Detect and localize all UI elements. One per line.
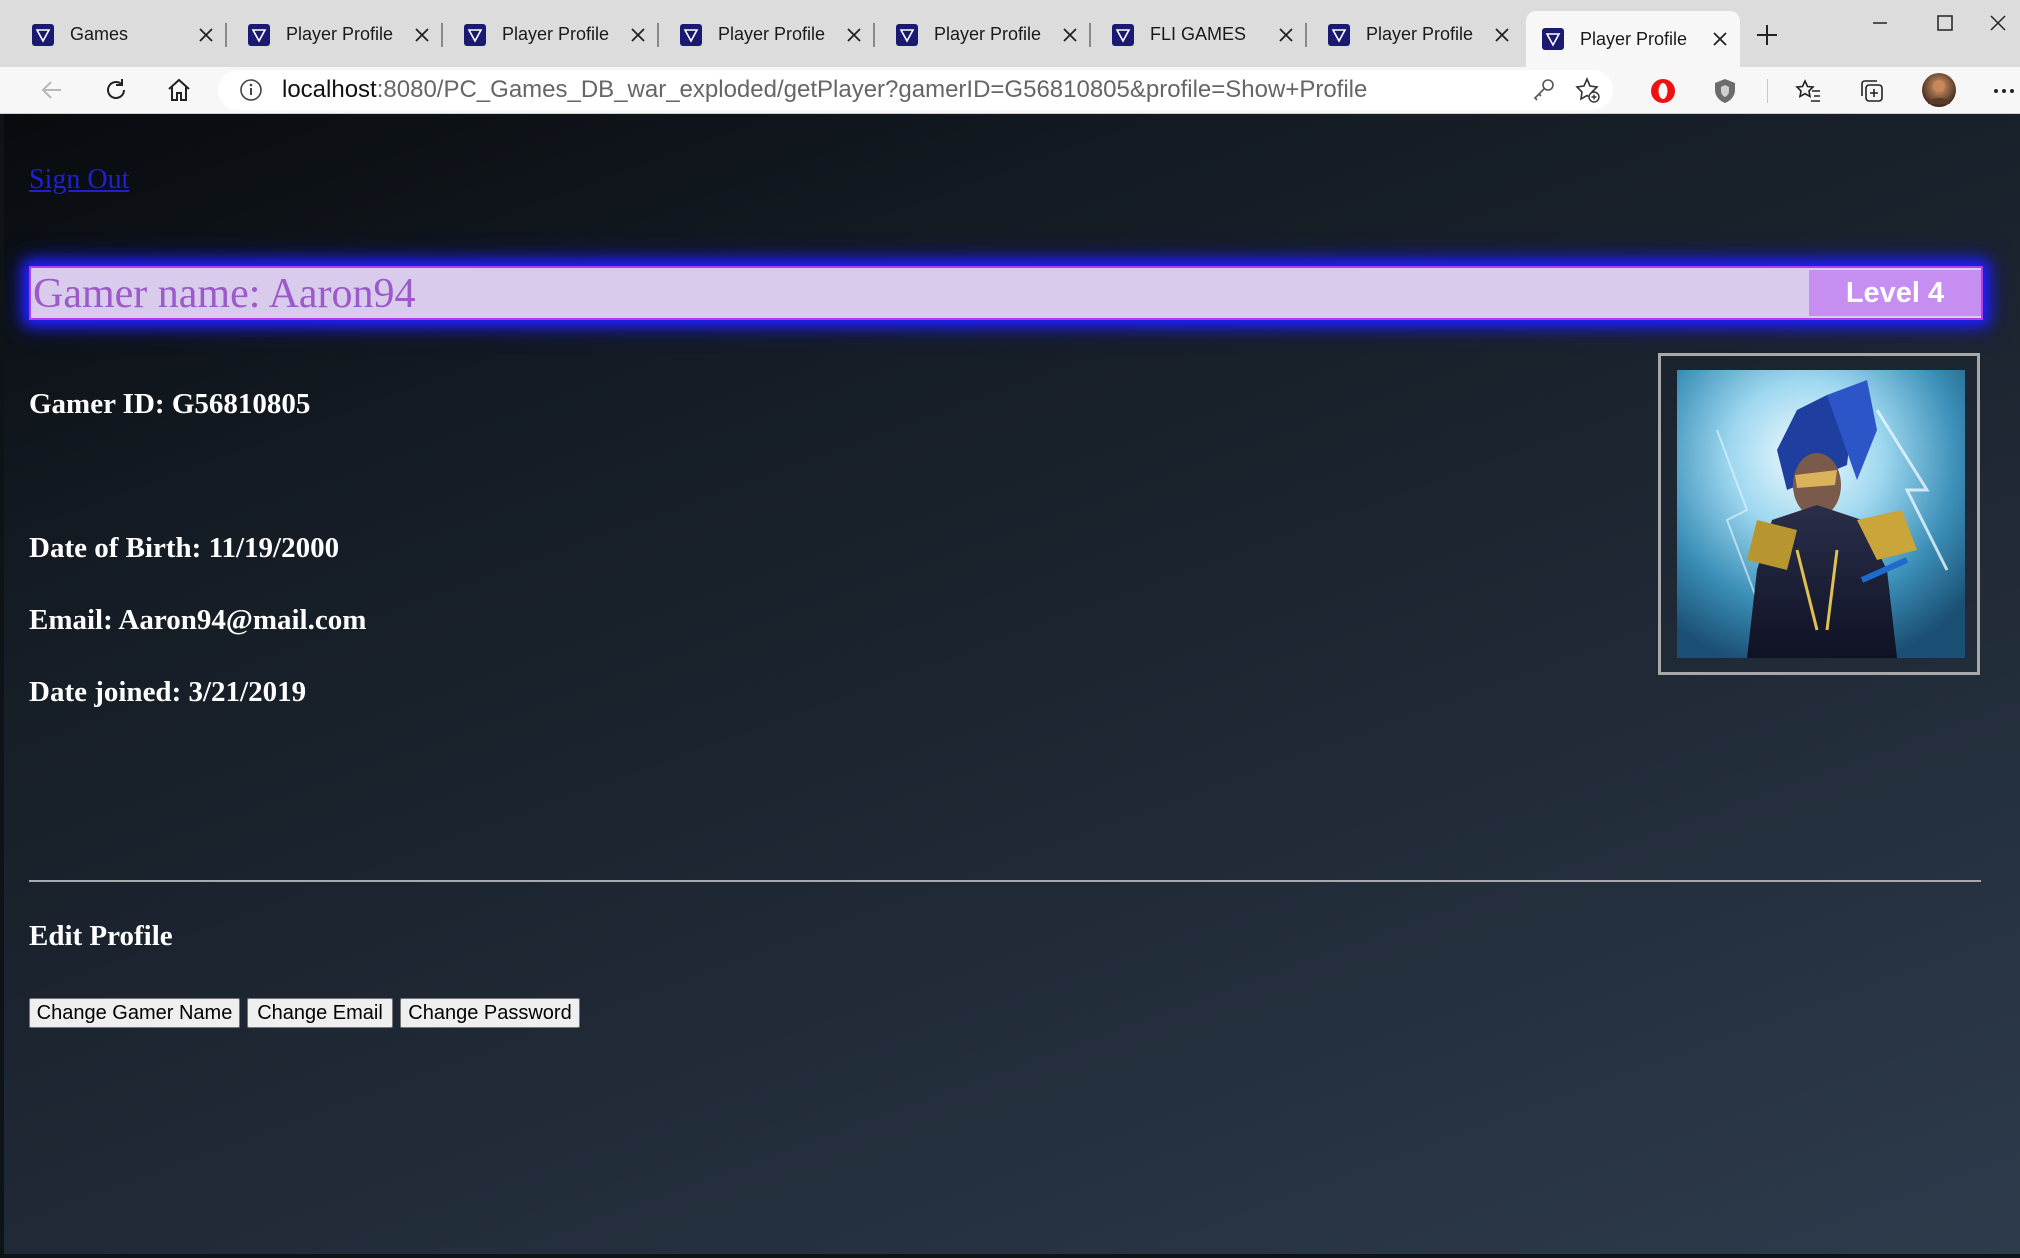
close-tab-icon[interactable] [196, 25, 216, 45]
change-password-button[interactable]: Change Password [400, 998, 580, 1028]
close-icon[interactable] [1975, 6, 2020, 40]
date-of-birth: Date of Birth: 11/19/2000 [29, 532, 340, 564]
site-favicon-icon [1542, 28, 1564, 50]
new-tab-icon[interactable] [1752, 20, 1782, 50]
tab-player-profile-5[interactable]: Player Profile [1312, 11, 1522, 58]
close-tab-icon[interactable] [412, 25, 432, 45]
tab-label: Player Profile [718, 24, 826, 44]
date-joined: Date joined: 3/21/2019 [29, 676, 307, 708]
site-favicon-icon [464, 23, 486, 46]
site-favicon-icon [680, 23, 702, 46]
refresh-icon[interactable] [98, 72, 134, 108]
key-icon[interactable] [1531, 77, 1557, 103]
change-gamer-name-button[interactable]: Change Gamer Name [29, 998, 240, 1028]
tab-fli-games[interactable]: FLI GAMES [1096, 11, 1307, 58]
profile-avatar[interactable] [1920, 71, 1958, 109]
page-content: Sign Out Gamer name: Aaron94 Level 4 Gam… [4, 114, 2020, 1254]
sign-out-link[interactable]: Sign Out [29, 164, 129, 196]
home-icon[interactable] [161, 72, 197, 108]
tab-player-profile-1[interactable]: Player Profile [232, 11, 443, 58]
toolbar-separator [1767, 79, 1768, 103]
tab-label: Player Profile [1366, 24, 1474, 44]
url-host: localhost [282, 76, 377, 103]
address-bar[interactable]: localhost:8080/PC_Games_DB_war_exploded/… [218, 70, 1613, 110]
tab-player-profile-2[interactable]: Player Profile [448, 11, 659, 58]
tab-label: FLI GAMES [1150, 24, 1247, 44]
site-favicon-icon [1112, 23, 1134, 46]
url-path: :8080/PC_Games_DB_war_exploded/getPlayer… [376, 76, 1368, 103]
site-favicon-icon [896, 23, 918, 46]
tab-player-profile-3[interactable]: Player Profile [664, 11, 875, 58]
avatar-frame [1658, 353, 1980, 675]
close-tab-icon[interactable] [628, 25, 648, 45]
email: Email: Aaron94@mail.com [29, 604, 367, 636]
tab-label: Player Profile [502, 24, 610, 44]
tab-separator [225, 23, 227, 47]
collections-icon[interactable] [1856, 75, 1888, 107]
tab-label: Player Profile [1580, 28, 1688, 49]
tab-label: Player Profile [286, 24, 394, 44]
info-icon[interactable] [238, 77, 264, 103]
tab-label: Player Profile [934, 24, 1042, 44]
url-text: localhost:8080/PC_Games_DB_war_exploded/… [282, 76, 1367, 104]
tab-player-profile-4[interactable]: Player Profile [880, 11, 1091, 58]
favorites-icon[interactable] [1792, 75, 1824, 107]
back-icon[interactable] [34, 72, 70, 108]
more-icon[interactable] [1988, 75, 2020, 107]
tab-separator [873, 23, 875, 47]
site-favicon-icon [248, 23, 270, 46]
opera-extension-icon[interactable] [1647, 75, 1679, 107]
tab-label: Games [70, 24, 129, 44]
player-avatar-image [1677, 370, 1965, 658]
site-favicon-icon [32, 23, 54, 46]
tab-games[interactable]: Games [16, 11, 227, 58]
close-tab-icon[interactable] [1492, 25, 1512, 45]
gamer-name: Gamer name: Aaron94 [33, 271, 416, 317]
gamer-id: Gamer ID: G56810805 [29, 388, 311, 420]
tab-separator [1305, 23, 1307, 47]
tab-separator [441, 23, 443, 47]
edit-profile-heading: Edit Profile [29, 920, 173, 952]
add-favorite-icon[interactable] [1573, 76, 1601, 104]
close-tab-icon[interactable] [1710, 29, 1730, 49]
change-email-button[interactable]: Change Email [247, 998, 393, 1028]
site-favicon-icon [1328, 23, 1350, 46]
gamer-name-bar: Gamer name: Aaron94 Level 4 [29, 266, 1983, 320]
shield-extension-icon[interactable] [1709, 75, 1741, 107]
close-tab-icon[interactable] [844, 25, 864, 45]
close-tab-icon[interactable] [1276, 25, 1296, 45]
tab-separator [1089, 23, 1091, 47]
tab-separator [657, 23, 659, 47]
address-toolbar: localhost:8080/PC_Games_DB_war_exploded/… [0, 67, 2020, 114]
divider [29, 880, 1981, 882]
tab-player-profile-active[interactable]: Player Profile [1526, 11, 1740, 67]
level-badge: Level 4 [1809, 270, 1981, 316]
close-tab-icon[interactable] [1060, 25, 1080, 45]
maximize-icon[interactable] [1915, 6, 1975, 40]
tab-strip: Games Player Profile Player Profile Play… [0, 0, 2020, 67]
minimize-icon[interactable] [1850, 6, 1910, 40]
